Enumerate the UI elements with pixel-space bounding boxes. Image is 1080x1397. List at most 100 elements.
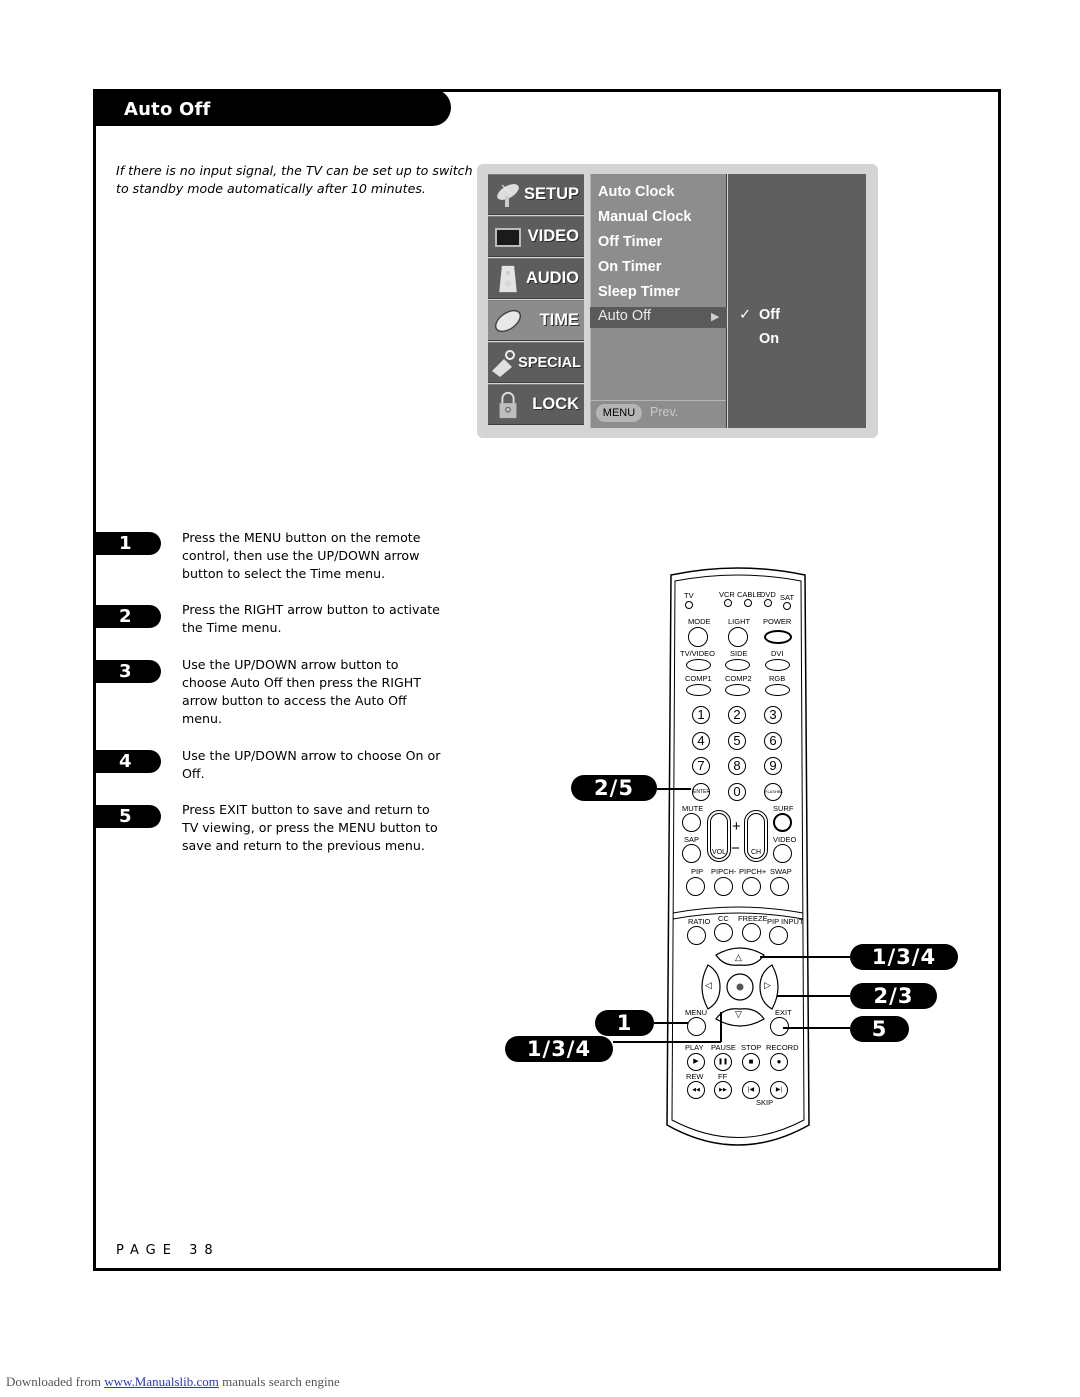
record-button[interactable]: ● [770,1053,788,1071]
pause-button[interactable]: ❚❚ [714,1053,732,1071]
step-text-5: Press EXIT button to save and return to … [182,802,438,853]
osd-category-lock[interactable]: LOCK [488,384,584,425]
surf-button[interactable] [773,813,792,832]
step-text-4: Use the UP/DOWN arrow to choose On or Of… [182,748,441,781]
osd-item-auto-off[interactable]: Auto Off [598,308,651,324]
osd-category-list: SETUP VIDEO AUDIO TIME SPECIAL LOCK [488,174,584,428]
osd-category-label: AUDIO [525,269,579,287]
osd-category-audio[interactable]: AUDIO [488,258,584,299]
pause-label: PAUSE [711,1043,736,1052]
callout-right: 2/3 [850,983,937,1009]
record-label: RECORD [766,1043,799,1052]
osd-item-on-timer[interactable]: On Timer [598,259,661,275]
flashbk-button[interactable]: FLASHBK [764,783,783,801]
step-badge-4: 4 [95,750,161,773]
digit-6-button[interactable]: 6 [764,732,782,750]
mute-button[interactable] [682,813,701,832]
menu-button[interactable] [687,1017,706,1036]
mode-button-label: MODE [688,617,711,626]
digit-5-button[interactable]: 5 [728,732,746,750]
mode-label-vcr: VCR [719,590,735,599]
osd-item-auto-clock[interactable]: Auto Clock [598,184,675,200]
tag-icon [492,350,515,377]
cc-label: CC [718,914,729,923]
rgb-button[interactable] [765,684,790,696]
fast-forward-button[interactable]: ▶▶ [714,1081,732,1099]
digit-8-button[interactable]: 8 [728,757,746,775]
sap-button[interactable] [682,844,701,863]
right-triangle-icon: ▷ [764,980,771,990]
power-button-label: POWER [763,617,792,626]
side-button[interactable] [725,659,750,671]
osd-category-setup[interactable]: SETUP [488,174,584,215]
ratio-button[interactable] [687,926,706,945]
cc-button[interactable] [714,923,733,942]
digit-1-button[interactable]: 1 [692,706,710,724]
light-button[interactable] [728,627,748,647]
leader-line-exit [783,1027,850,1029]
skip-forward-button[interactable]: ▶| [770,1081,788,1099]
swap-button[interactable] [770,877,789,896]
digit-3-button[interactable]: 3 [764,706,782,724]
ch-label: CH [751,849,762,856]
digit-9-button[interactable]: 9 [764,757,782,775]
satellite-dish-icon [497,184,519,207]
exit-label: EXIT [775,1008,792,1017]
pipch-plus-button[interactable] [742,877,761,896]
vol-label: VOL [712,849,727,856]
ok-dot-icon [736,983,744,991]
pip-input-button[interactable] [769,926,788,945]
led-vcr [724,599,732,607]
padlock-icon [499,392,517,419]
comp1-button[interactable] [686,684,711,696]
mode-button[interactable] [688,627,708,647]
pip-button[interactable] [686,877,705,896]
step-text-1: Press the MENU button on the remote cont… [182,530,421,581]
step-badge-1: 1 [95,532,161,555]
stop-button[interactable]: ■ [742,1053,760,1071]
osd-item-sleep-timer[interactable]: Sleep Timer [598,284,680,300]
pipch-minus-button[interactable] [714,877,733,896]
step-badge-2: 2 [95,605,161,628]
ratio-label: RATIO [688,917,711,926]
comp2-button[interactable] [725,684,750,696]
osd-option-off[interactable]: Off [759,307,780,323]
digit-4-button[interactable]: 4 [692,732,710,750]
play-button[interactable]: ▶ [687,1053,705,1071]
leader-line-down [613,1041,721,1043]
check-icon: ✓ [739,307,752,323]
osd-item-manual-clock[interactable]: Manual Clock [598,209,691,225]
manualslib-link[interactable]: www.Manualslib.com [104,1374,219,1389]
pipch-minus-label: PIPCH- [711,867,737,876]
digit-2-button[interactable]: 2 [728,706,746,724]
power-button[interactable] [764,630,792,644]
digit-7-button[interactable]: 7 [692,757,710,775]
video-button[interactable] [773,844,792,863]
rewind-button[interactable]: ◀◀ [687,1081,705,1099]
tvvideo-button[interactable] [686,659,711,671]
leader-line-menu [654,1022,688,1024]
osd-category-video[interactable]: VIDEO [488,216,584,257]
osd-category-label: SETUP [523,185,579,203]
stop-label: STOP [741,1043,762,1052]
pip-input-label: PIP INPUT [767,917,804,926]
callout-menu: 1 [595,1010,654,1036]
osd-item-off-timer[interactable]: Off Timer [598,234,662,250]
freeze-button[interactable] [742,923,761,942]
menu-label: MENU [685,1008,708,1017]
freeze-label: FREEZE [738,914,768,923]
dvi-button[interactable] [765,659,790,671]
plus-label: + [732,818,741,835]
osd-prev-label: Prev. [650,405,679,419]
osd-options: ✓ Off On [728,174,866,428]
enter-button[interactable]: ENTER [692,783,710,801]
digit-0-button[interactable]: 0 [728,783,746,801]
tv-screen-icon [495,228,521,247]
pip-label: PIP [691,867,704,876]
osd-category-label: VIDEO [527,227,579,245]
skip-back-button[interactable]: |◀ [742,1081,760,1099]
osd-category-time[interactable]: TIME [488,300,584,341]
osd-option-on[interactable]: On [759,331,779,347]
leader-line-right [777,995,850,997]
osd-category-special[interactable]: SPECIAL [488,342,584,383]
